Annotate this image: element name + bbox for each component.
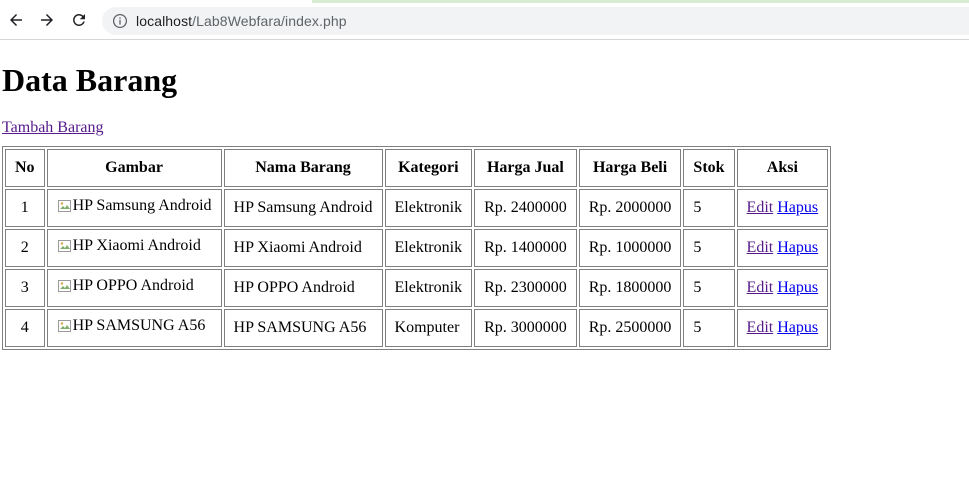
table-row: 2 HP Xiaomi Android HP Xiaomi Android El… [5, 229, 829, 267]
table-header-row: No Gambar Nama Barang Kategori Harga Jua… [5, 149, 829, 187]
cell-no: 4 [5, 309, 45, 347]
header-nama-barang: Nama Barang [223, 149, 383, 187]
cell-nama: HP SAMSUNG A56 [223, 309, 383, 347]
cell-harga-jual: Rp. 1400000 [474, 229, 577, 267]
forward-arrow-icon [41, 14, 53, 26]
cell-harga-beli: Rp. 2500000 [578, 309, 682, 347]
cell-aksi: Edit Hapus [736, 189, 829, 227]
image-alt-text: HP SAMSUNG A56 [72, 317, 206, 334]
back-button[interactable] [6, 10, 26, 30]
cell-harga-jual: Rp. 2400000 [474, 189, 577, 227]
cell-gambar: HP Samsung Android [46, 189, 222, 227]
header-stok: Stok [683, 149, 735, 187]
cell-harga-jual: Rp. 2300000 [474, 269, 577, 307]
broken-image-icon [57, 318, 73, 334]
url-host: localhost [136, 13, 193, 29]
delete-link[interactable]: Hapus [777, 239, 818, 256]
product-image: HP OPPO Android [57, 277, 194, 295]
table-row: 4 HP SAMSUNG A56 HP SAMSUNG A56 Komputer… [5, 309, 829, 347]
delete-link[interactable]: Hapus [777, 319, 818, 336]
cell-gambar: HP OPPO Android [46, 269, 222, 307]
cell-nama: HP Samsung Android [223, 189, 383, 227]
page-title: Data Barang [2, 62, 178, 98]
cell-aksi: Edit Hapus [736, 269, 829, 307]
cell-harga-jual: Rp. 3000000 [474, 309, 577, 347]
cell-harga-beli: Rp. 2000000 [578, 189, 682, 227]
broken-image-icon [57, 198, 73, 214]
url-path: /Lab8Webfara/index.php [192, 13, 347, 29]
cell-no: 2 [5, 229, 45, 267]
header-kategori: Kategori [384, 149, 473, 187]
reload-button[interactable] [69, 10, 89, 30]
table-row: 3 HP OPPO Android HP OPPO Android Elektr… [5, 269, 829, 307]
image-alt-text: HP Samsung Android [72, 197, 212, 214]
broken-image-icon [57, 278, 73, 294]
product-image: HP Xiaomi Android [57, 237, 201, 255]
cell-aksi: Edit Hapus [736, 309, 829, 347]
cell-aksi: Edit Hapus [736, 229, 829, 267]
cell-stok: 5 [683, 229, 735, 267]
delete-link[interactable]: Hapus [777, 199, 818, 216]
image-alt-text: HP Xiaomi Android [72, 237, 201, 254]
address-bar[interactable]: localhost/Lab8Webfara/index.php [102, 7, 969, 35]
edit-link[interactable]: Edit [747, 199, 774, 216]
edit-link[interactable]: Edit [747, 279, 774, 296]
info-icon[interactable] [112, 13, 128, 29]
url-text: localhost/Lab8Webfara/index.php [136, 13, 347, 29]
table-row: 1 HP Samsung Android HP Samsung Android … [5, 189, 829, 227]
header-harga-beli: Harga Beli [578, 149, 682, 187]
edit-link[interactable]: Edit [747, 319, 774, 336]
items-table: No Gambar Nama Barang Kategori Harga Jua… [2, 146, 832, 350]
cell-no: 3 [5, 269, 45, 307]
cell-stok: 5 [683, 189, 735, 227]
reload-icon [73, 13, 85, 26]
cell-nama: HP OPPO Android [223, 269, 383, 307]
cell-kategori: Komputer [384, 309, 473, 347]
cell-kategori: Elektronik [384, 229, 473, 267]
cell-harga-beli: Rp. 1800000 [578, 269, 682, 307]
page-content: Data Barang Tambah Barang No Gambar Nama… [0, 62, 969, 350]
cell-no: 1 [5, 189, 45, 227]
forward-button[interactable] [37, 10, 57, 30]
cell-kategori: Elektronik [384, 189, 473, 227]
cell-stok: 5 [683, 309, 735, 347]
image-alt-text: HP OPPO Android [72, 277, 194, 294]
cell-harga-beli: Rp. 1000000 [578, 229, 682, 267]
edit-link[interactable]: Edit [747, 239, 774, 256]
cell-nama: HP Xiaomi Android [223, 229, 383, 267]
header-harga-jual: Harga Jual [474, 149, 577, 187]
cell-kategori: Elektronik [384, 269, 473, 307]
product-image: HP Samsung Android [57, 197, 212, 215]
cell-gambar: HP SAMSUNG A56 [46, 309, 222, 347]
header-no: No [5, 149, 45, 187]
delete-link[interactable]: Hapus [777, 279, 818, 296]
header-aksi: Aksi [736, 149, 829, 187]
back-arrow-icon [10, 14, 22, 26]
broken-image-icon [57, 238, 73, 254]
add-item-link[interactable]: Tambah Barang [2, 119, 104, 137]
loading-indicator [312, 0, 969, 3]
cell-stok: 5 [683, 269, 735, 307]
header-gambar: Gambar [46, 149, 222, 187]
product-image: HP SAMSUNG A56 [57, 317, 206, 335]
cell-gambar: HP Xiaomi Android [46, 229, 222, 267]
browser-toolbar: localhost/Lab8Webfara/index.php [0, 0, 969, 40]
